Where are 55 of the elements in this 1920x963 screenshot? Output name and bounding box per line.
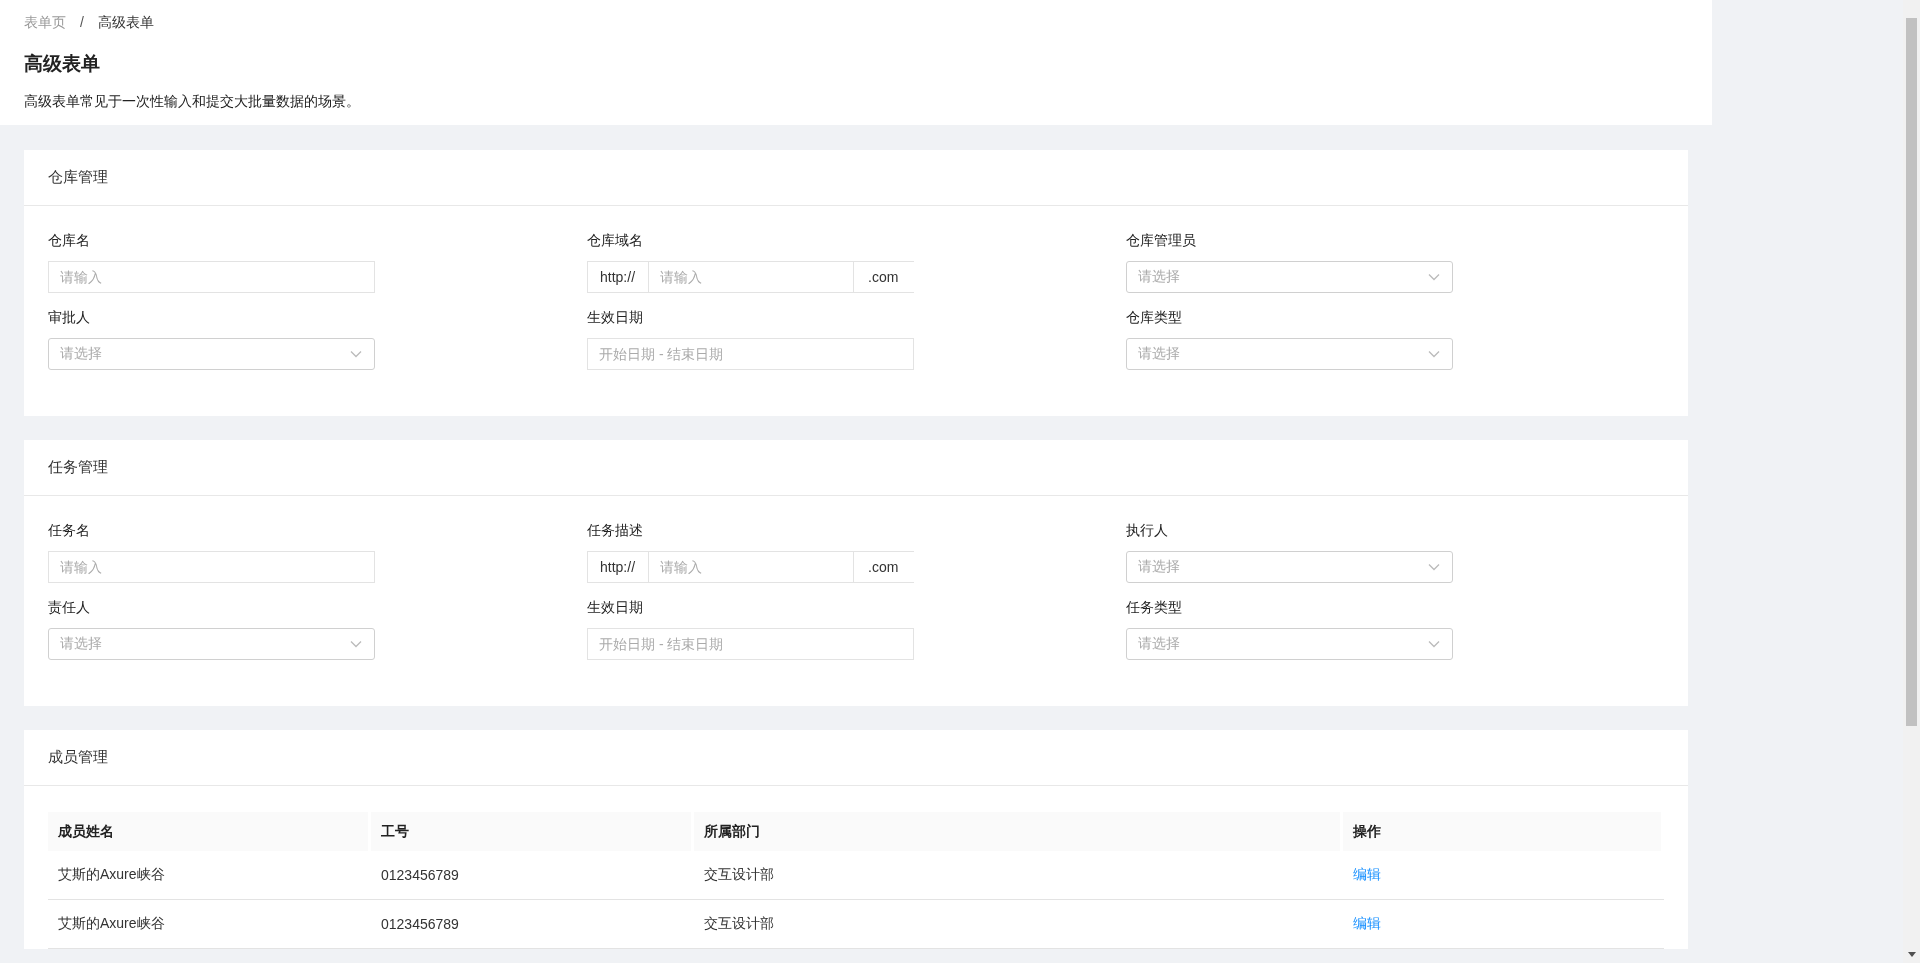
section-title: 仓库管理 — [48, 168, 108, 187]
chevron-down-icon — [1428, 563, 1440, 571]
field-label: 生效日期 — [587, 309, 644, 326]
input-field[interactable]: 请输入 — [48, 551, 375, 583]
input-field[interactable]: 请输入 — [648, 261, 854, 293]
scrollbar-thumb[interactable] — [1906, 18, 1917, 726]
table-cell: 艾斯的Axure峡谷 — [48, 851, 371, 900]
field-label: 执行人 — [1126, 522, 1169, 539]
select-field[interactable]: 请选择 — [48, 628, 375, 660]
field-label: 任务类型 — [1126, 599, 1183, 616]
breadcrumb-item[interactable]: 表单页 — [24, 14, 66, 30]
breadcrumb-item: 高级表单 — [97, 14, 154, 30]
breadcrumb-separator: / — [80, 14, 84, 30]
select-field[interactable]: 请选择 — [48, 338, 375, 370]
scrollbar[interactable] — [1903, 0, 1920, 963]
input-field[interactable]: 请输入 — [48, 261, 375, 293]
input-field[interactable]: 开始日期 - 结束日期 — [587, 628, 914, 660]
field-label: 仓库类型 — [1126, 309, 1183, 326]
table-cell: 0123456789 — [371, 851, 694, 900]
field-label: 仓库名 — [48, 232, 91, 249]
field-label: 审批人 — [48, 309, 91, 326]
field-label: 任务描述 — [587, 522, 644, 539]
section-title: 任务管理 — [48, 458, 108, 477]
table-cell: 艾斯的Axure峡谷 — [48, 900, 371, 949]
field-label: 任务名 — [48, 522, 91, 539]
edit-link[interactable]: 编辑 — [1353, 866, 1381, 882]
chevron-down-icon — [350, 640, 362, 648]
scroll-down-arrow-icon[interactable] — [1908, 952, 1916, 958]
table-cell: 交互设计部 — [694, 900, 1343, 949]
page-title: 高级表单 — [24, 52, 101, 76]
section-title: 成员管理 — [48, 748, 108, 767]
select-field[interactable]: 请选择 — [1126, 338, 1453, 370]
chevron-down-icon — [1428, 350, 1440, 358]
edit-link[interactable]: 编辑 — [1353, 915, 1381, 931]
field-label: 仓库域名 — [587, 232, 644, 249]
column-header: 成员姓名 — [48, 812, 371, 851]
page-description: 高级表单常见于一次性输入和提交大批量数据的场景。 — [24, 92, 361, 110]
field-label: 仓库管理员 — [1126, 232, 1197, 249]
chevron-down-icon — [1428, 640, 1440, 648]
chevron-down-icon — [1428, 273, 1440, 281]
input-suffix: .com — [854, 551, 914, 583]
column-header: 所属部门 — [694, 812, 1343, 851]
table-cell: 交互设计部 — [694, 851, 1343, 900]
select-field[interactable]: 请选择 — [1126, 551, 1453, 583]
column-header: 工号 — [371, 812, 694, 851]
field-label: 生效日期 — [587, 599, 644, 616]
select-field[interactable]: 请选择 — [1126, 261, 1453, 293]
chevron-down-icon — [350, 350, 362, 358]
select-field[interactable]: 请选择 — [1126, 628, 1453, 660]
table-cell: 0123456789 — [371, 900, 694, 949]
input-field[interactable]: 请输入 — [648, 551, 854, 583]
field-label: 责任人 — [48, 599, 91, 616]
column-header: 操作 — [1343, 812, 1664, 851]
input-suffix: .com — [854, 261, 914, 293]
input-field[interactable]: 开始日期 - 结束日期 — [587, 338, 914, 370]
